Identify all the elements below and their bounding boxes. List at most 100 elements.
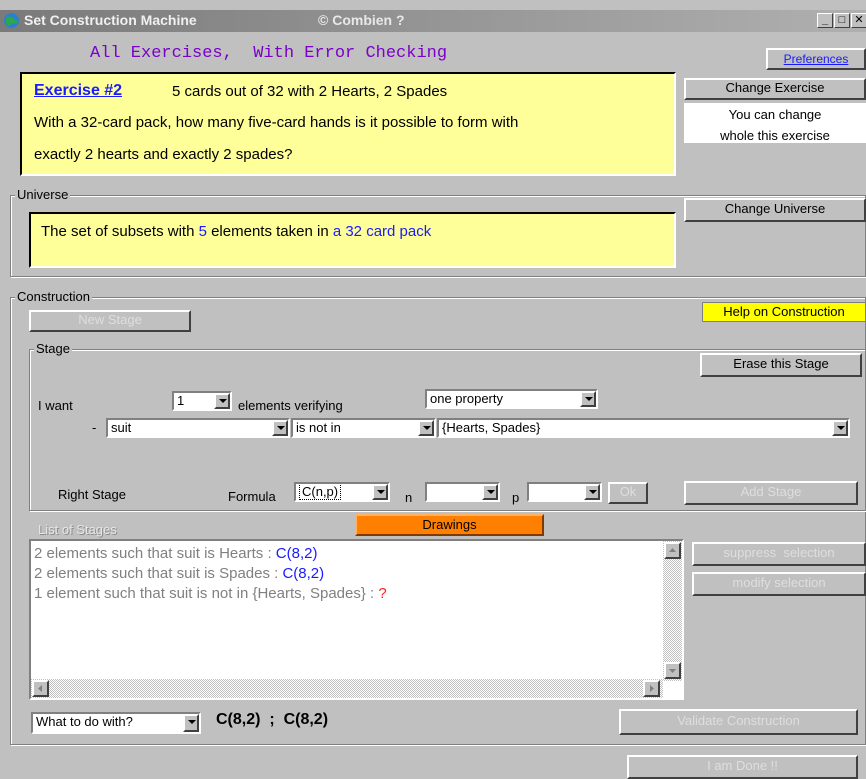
stage-group-label: Stage bbox=[34, 341, 72, 356]
scroll-down-button[interactable] bbox=[664, 662, 681, 679]
stage-description: 2 elements such that suit is Spades : bbox=[34, 565, 283, 582]
close-button[interactable]: ✕ bbox=[851, 13, 866, 28]
done-label: I am Done !! bbox=[707, 758, 778, 773]
p-select[interactable] bbox=[527, 482, 602, 502]
set-select-value: {Hearts, Spades} bbox=[442, 420, 541, 435]
chevron-down-icon[interactable] bbox=[482, 484, 498, 500]
universe-count: 5 bbox=[198, 223, 207, 240]
new-stage-label: New Stage bbox=[78, 312, 142, 327]
formula-select-value: C(n,p) bbox=[299, 484, 342, 500]
universe-panel: The set of subsets with 5 elements taken… bbox=[29, 212, 676, 268]
exercise-text-line2: exactly 2 hearts and exactly 2 spades? bbox=[34, 146, 293, 163]
stage-description: 1 element such that suit is not in {Hear… bbox=[34, 585, 379, 602]
app-icon bbox=[4, 13, 19, 28]
universe-text-mid: elements taken in bbox=[206, 223, 333, 240]
relation-select[interactable]: is not in bbox=[291, 418, 436, 438]
stage-formula: C(8,2) bbox=[282, 565, 325, 582]
attribute-select-value: suit bbox=[111, 420, 132, 435]
done-button[interactable]: I am Done !! bbox=[627, 755, 858, 779]
scroll-left-icon bbox=[38, 685, 42, 692]
count-select-value: 1 bbox=[177, 393, 185, 408]
i-want-label: I want bbox=[38, 398, 73, 413]
scroll-down-icon bbox=[669, 669, 676, 673]
n-label: n bbox=[405, 490, 413, 505]
change-note-line2: whole this exercise bbox=[720, 128, 830, 143]
set-select[interactable]: {Hearts, Spades} bbox=[437, 418, 850, 438]
construction-result: C(8,2) ; C(8,2) bbox=[216, 711, 329, 728]
attribute-select[interactable]: suit bbox=[106, 418, 290, 438]
scroll-up-icon bbox=[669, 548, 676, 552]
title-bar: Set Construction Machine © Combien ? _ □… bbox=[0, 10, 866, 32]
mode-heading: All Exercises, With Error Checking bbox=[90, 44, 448, 63]
relation-select-value: is not in bbox=[296, 420, 341, 435]
suppress-selection-button[interactable]: suppress selection bbox=[692, 542, 866, 566]
stages-list[interactable]: 2 elements such that suit is Hearts : C(… bbox=[29, 539, 684, 700]
universe-text-prefix: The set of subsets with bbox=[41, 223, 199, 240]
stage-formula: ? bbox=[378, 585, 387, 602]
stage-list-item[interactable]: 2 elements such that suit is Hearts : C(… bbox=[34, 544, 387, 564]
formula-select[interactable]: C(n,p) bbox=[294, 482, 390, 502]
chevron-down-icon[interactable] bbox=[183, 714, 199, 732]
ok-label: Ok bbox=[619, 484, 637, 499]
horizontal-scrollbar[interactable] bbox=[31, 679, 663, 698]
stages-list-content: 2 elements such that suit is Hearts : C(… bbox=[34, 544, 387, 604]
universe-text: The set of subsets with 5 elements taken… bbox=[41, 223, 431, 240]
validate-construction-label: Validate Construction bbox=[677, 713, 800, 728]
elements-verifying-label: elements verifying bbox=[238, 398, 343, 413]
what-to-do-select[interactable]: What to do with? bbox=[31, 712, 201, 734]
chevron-down-icon[interactable] bbox=[418, 420, 434, 436]
construction-group-label: Construction bbox=[15, 289, 92, 304]
chevron-down-icon[interactable] bbox=[832, 420, 848, 436]
stage-list-item[interactable]: 1 element such that suit is not in {Hear… bbox=[34, 584, 387, 604]
help-construction-button[interactable]: Help on Construction bbox=[702, 302, 866, 322]
vertical-scrollbar[interactable] bbox=[663, 541, 682, 681]
chevron-down-icon[interactable] bbox=[584, 484, 600, 500]
modify-selection-button[interactable]: modify selection bbox=[692, 572, 866, 596]
what-to-do-select-value: What to do with? bbox=[36, 714, 133, 729]
p-label: p bbox=[512, 490, 520, 505]
property-select[interactable]: one property bbox=[425, 389, 598, 409]
new-stage-button[interactable]: New Stage bbox=[29, 310, 191, 332]
scroll-left-button[interactable] bbox=[32, 680, 49, 697]
property-select-value: one property bbox=[430, 391, 503, 406]
universe-pack-link[interactable]: a 32 card pack bbox=[333, 223, 431, 240]
universe-group-label: Universe bbox=[15, 187, 71, 202]
minimize-button[interactable]: _ bbox=[817, 13, 833, 28]
validate-construction-button[interactable]: Validate Construction bbox=[619, 709, 858, 735]
exercise-number-link[interactable]: Exercise #2 bbox=[34, 82, 122, 100]
stage-list-item[interactable]: 2 elements such that suit is Spades : C(… bbox=[34, 564, 387, 584]
stage-formula: C(8,2) bbox=[275, 545, 318, 562]
drawings-button[interactable]: Drawings bbox=[355, 514, 544, 536]
add-stage-button[interactable]: Add Stage bbox=[684, 481, 858, 505]
scroll-right-button[interactable] bbox=[643, 680, 660, 697]
dash-label: - bbox=[92, 420, 97, 435]
chevron-down-icon[interactable] bbox=[580, 391, 596, 407]
count-select[interactable]: 1 bbox=[172, 391, 232, 411]
list-of-stages-label: List of Stages bbox=[38, 522, 117, 537]
erase-stage-button[interactable]: Erase this Stage bbox=[700, 353, 862, 377]
scroll-right-icon bbox=[650, 685, 654, 692]
suppress-selection-label: suppress selection bbox=[723, 545, 835, 560]
window-title: Set Construction Machine bbox=[24, 12, 197, 28]
window-subtitle: © Combien ? bbox=[318, 12, 405, 28]
add-stage-label: Add Stage bbox=[740, 484, 802, 499]
exercise-short-title: 5 cards out of 32 with 2 Hearts, 2 Spade… bbox=[172, 83, 448, 100]
chevron-down-icon[interactable] bbox=[214, 393, 230, 409]
modify-selection-label: modify selection bbox=[732, 575, 826, 590]
chevron-down-icon[interactable] bbox=[372, 484, 388, 500]
stage-description: 2 elements such that suit is Hearts : bbox=[34, 545, 276, 562]
right-stage-label: Right Stage bbox=[58, 487, 126, 502]
exercise-text-line1: With a 32-card pack, how many five-card … bbox=[34, 114, 519, 131]
exercise-panel: Exercise #2 5 cards out of 32 with 2 Hea… bbox=[20, 72, 676, 176]
change-exercise-button[interactable]: Change Exercise bbox=[684, 78, 866, 100]
chevron-down-icon[interactable] bbox=[272, 420, 288, 436]
ok-button[interactable]: Ok bbox=[608, 482, 648, 504]
change-exercise-note: You can change whole this exercise bbox=[684, 103, 866, 143]
scroll-up-button[interactable] bbox=[664, 542, 681, 559]
n-select[interactable] bbox=[425, 482, 500, 502]
formula-label: Formula bbox=[228, 489, 276, 504]
preferences-button[interactable]: Preferences bbox=[766, 48, 866, 70]
maximize-button[interactable]: □ bbox=[834, 13, 850, 28]
change-note-line1: You can change bbox=[728, 107, 822, 122]
change-universe-button[interactable]: Change Universe bbox=[684, 198, 866, 222]
